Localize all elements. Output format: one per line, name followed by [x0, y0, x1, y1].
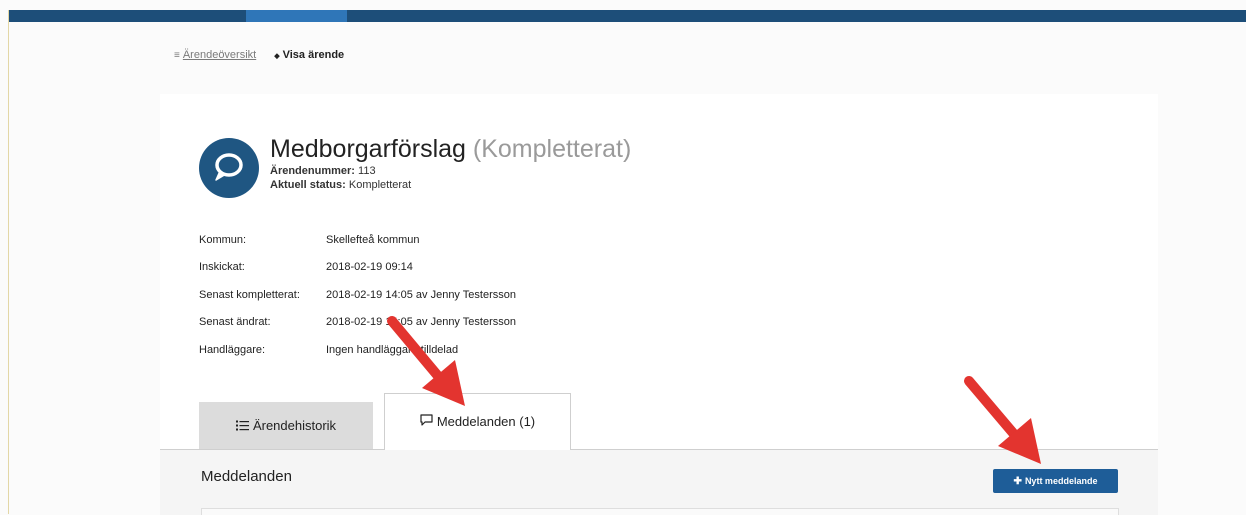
speech-bubble-icon: [199, 138, 259, 198]
case-title-status: (Kompletterat): [472, 135, 632, 163]
messages-heading: Meddelanden: [201, 468, 292, 485]
detail-value: 2018-02-19 09:14: [326, 261, 413, 273]
breadcrumb: ≡ Ärendeöversikt ◆ Visa ärende: [174, 49, 344, 61]
tab-history[interactable]: Ärendehistorik: [199, 402, 373, 449]
new-message-button-label: Nytt meddelande: [1024, 476, 1098, 486]
detail-label: Inskickat:: [199, 261, 245, 273]
tab-messages[interactable]: Meddelanden (1): [384, 393, 571, 450]
detail-value: 2018-02-19 14:05 av Jenny Testersson: [326, 289, 516, 301]
new-message-button[interactable]: ✚ Nytt meddelande: [993, 469, 1118, 493]
list-icon: ≡: [174, 50, 180, 61]
case-number-value: 113: [358, 165, 376, 177]
case-number: Ärendenummer: 113: [270, 165, 376, 178]
detail-label: Handläggare:: [199, 344, 266, 356]
comment-icon: [420, 414, 433, 426]
breadcrumb-current: ◆ Visa ärende: [274, 49, 344, 61]
detail-value: Ingen handläggare tilldelad: [326, 344, 459, 356]
breadcrumb-overview-label: Ärendeöversikt: [182, 49, 257, 61]
breadcrumb-current-label: Visa ärende: [282, 49, 345, 61]
top-bar-active-segment: [246, 10, 347, 22]
case-status-label: Aktuell status:: [270, 179, 346, 191]
eye-icon: ◆: [274, 53, 280, 60]
plus-icon: ✚: [1013, 475, 1022, 487]
detail-label: Senast kompletterat:: [199, 289, 300, 301]
page-title: Medborgarförslag (Kompletterat): [270, 134, 631, 164]
case-status-value: Kompletterat: [348, 179, 412, 191]
list-icon: [235, 420, 249, 431]
detail-label: Kommun:: [199, 234, 247, 246]
detail-label: Senast ändrat:: [199, 316, 271, 328]
tab-messages-label: Meddelanden (1): [436, 414, 536, 429]
case-number-label: Ärendenummer:: [270, 165, 355, 177]
case-status: Aktuell status: Kompletterat: [270, 179, 411, 192]
breadcrumb-overview-link[interactable]: ≡ Ärendeöversikt: [174, 49, 256, 61]
detail-value: 2018-02-19 14:05 av Jenny Testersson: [326, 316, 516, 328]
left-border: [8, 10, 9, 514]
case-type: Medborgarförslag: [270, 135, 466, 163]
top-bar: [9, 10, 1246, 22]
tab-history-label: Ärendehistorik: [252, 418, 337, 433]
detail-value: Skellefteå kommun: [326, 234, 420, 246]
